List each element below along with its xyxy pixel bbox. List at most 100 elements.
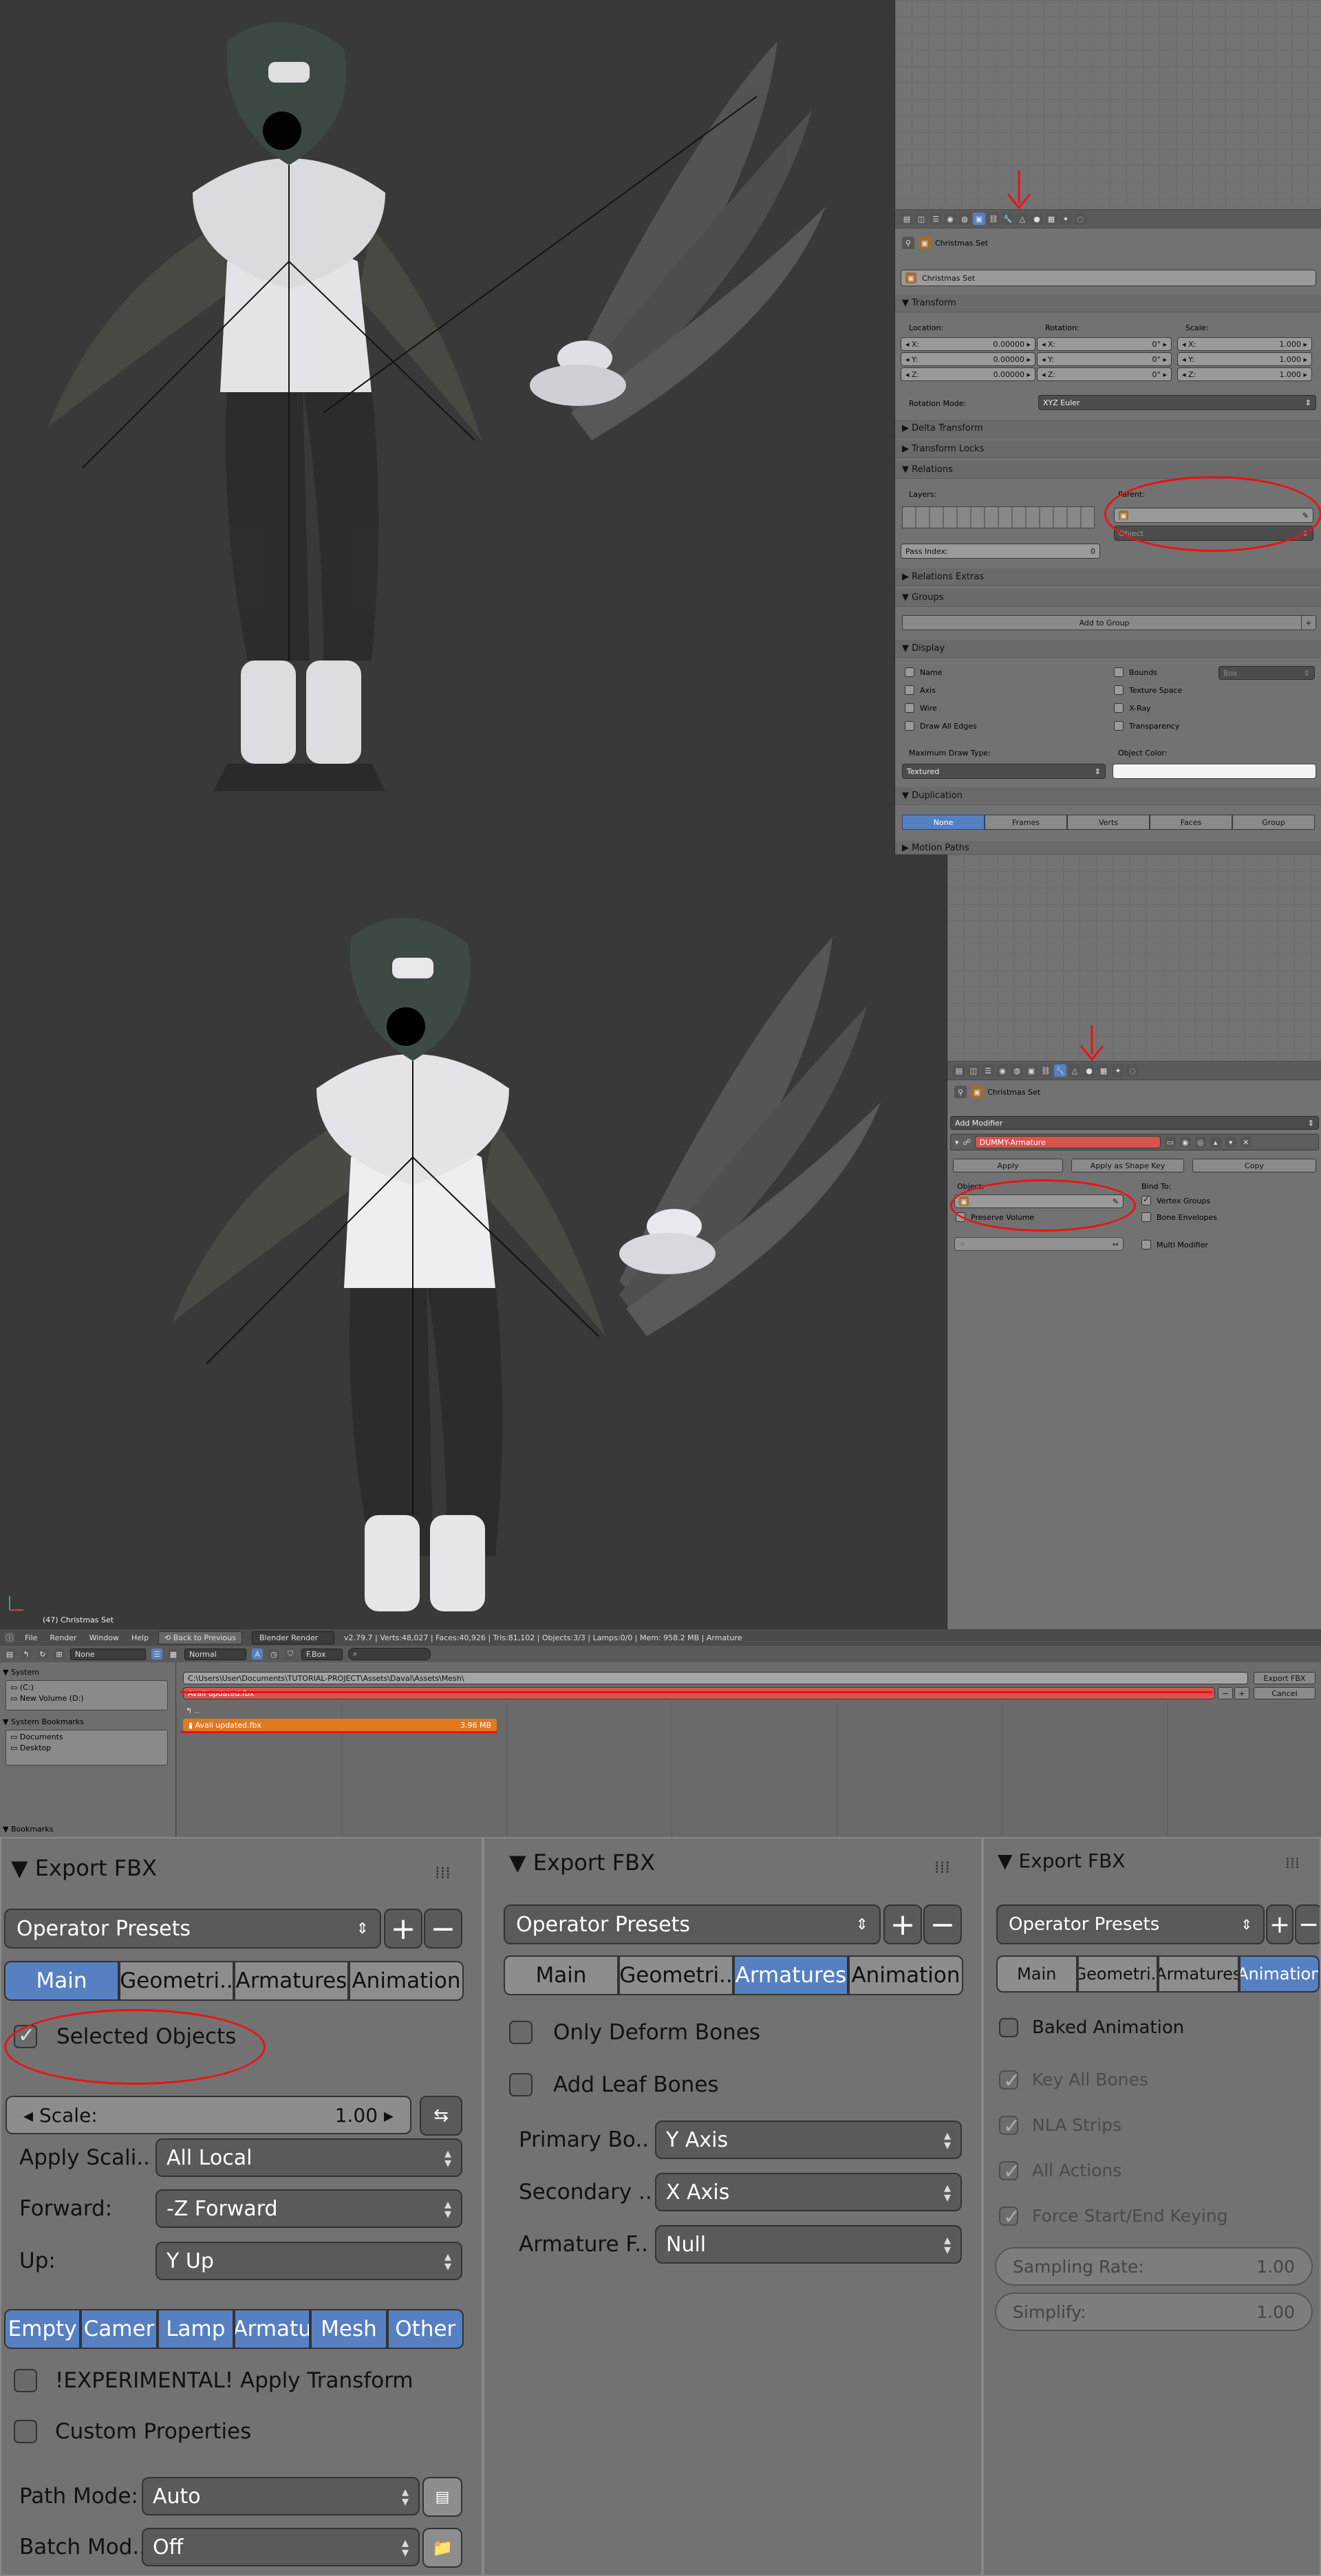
duplication-faces-button[interactable]: Faces bbox=[1150, 815, 1232, 830]
section-groups[interactable]: ▼ Groups bbox=[895, 589, 1321, 607]
multi-modifier-checkbox[interactable] bbox=[1141, 1240, 1151, 1249]
path-mode-select[interactable]: Auto ▴ ▾ bbox=[142, 2477, 420, 2515]
location-y-field[interactable]: ◂ Y: 0.00000 ▸ bbox=[901, 352, 1035, 366]
bind-vertex-groups-option[interactable]: Vertex Groups bbox=[1141, 1196, 1210, 1205]
remove-preset-button[interactable]: − bbox=[1295, 1904, 1320, 1944]
viewport-toggle-icon[interactable]: ◎ bbox=[1194, 1137, 1206, 1148]
forward-select[interactable]: -Z Forward ▴ ▾ bbox=[155, 2189, 462, 2228]
tab-main[interactable]: Main bbox=[504, 1955, 619, 1995]
panel-title[interactable]: ▼ Export FBX bbox=[998, 1849, 1126, 1872]
object-type-other[interactable]: Other bbox=[387, 2309, 464, 2349]
layers-tab-icon[interactable]: ☰ bbox=[982, 1064, 994, 1077]
baked-animation-option[interactable]: Baked Animation bbox=[999, 2017, 1184, 2038]
remove-preset-button[interactable]: − bbox=[923, 1904, 962, 1944]
duplication-verts-button[interactable]: Verts bbox=[1067, 815, 1150, 830]
new-folder-icon[interactable]: ⊞ bbox=[54, 1649, 65, 1660]
editor-type-icon[interactable]: ▤ bbox=[901, 213, 913, 225]
apply-transform-checkbox[interactable] bbox=[14, 2369, 37, 2392]
only-deform-bones-option[interactable]: Only Deform Bones bbox=[509, 2020, 760, 2045]
apply-transform-option[interactable]: !EXPERIMENTAL! Apply Transform bbox=[14, 2368, 414, 2393]
list-view-icon[interactable]: ☰ bbox=[151, 1649, 162, 1660]
collapse-icon[interactable]: ▾ bbox=[955, 1138, 959, 1147]
file-item[interactable]: ▮ Avali updated.fbx 3.96 MB bbox=[183, 1719, 497, 1731]
viewport-top[interactable] bbox=[0, 0, 894, 855]
tab-animation[interactable]: Animation bbox=[1238, 1955, 1320, 1993]
drag-handle-icon[interactable]: ⁞⁞⁞ bbox=[435, 1863, 451, 1882]
editor-type-icon[interactable]: ▤ bbox=[4, 1649, 15, 1660]
world-tab-icon[interactable]: ◍ bbox=[1011, 1064, 1023, 1077]
section-transform-locks[interactable]: ▶ Transform Locks bbox=[895, 440, 1321, 458]
drag-handle-icon[interactable]: ⁞⁞⁞ bbox=[1285, 1855, 1300, 1872]
tab-animation[interactable]: Animation bbox=[349, 1961, 464, 2001]
object-type-lamp[interactable]: Lamp bbox=[157, 2309, 234, 2349]
move-down-icon[interactable]: ▾ bbox=[1225, 1137, 1236, 1148]
only-deform-bones-checkbox[interactable] bbox=[509, 2021, 533, 2044]
checkbox[interactable] bbox=[905, 721, 914, 731]
object-tab-icon[interactable]: ▣ bbox=[973, 213, 985, 225]
material-tab-icon[interactable]: ● bbox=[1083, 1064, 1095, 1077]
bounds-type-select[interactable]: Box ⇕ bbox=[1218, 666, 1315, 680]
back-to-previous-button[interactable]: ⟲ Back to Previous bbox=[158, 1631, 242, 1644]
checkbox[interactable] bbox=[1141, 1196, 1151, 1205]
scene-tab-icon[interactable]: ◉ bbox=[944, 213, 956, 225]
pin-icon[interactable]: ⚲ bbox=[902, 237, 914, 249]
embed-textures-toggle[interactable]: ▤ bbox=[422, 2477, 462, 2517]
particles-tab-icon[interactable]: ✦ bbox=[1112, 1064, 1124, 1077]
drive-d[interactable]: ▭ New Volume (D:) bbox=[6, 1694, 167, 1703]
section-duplication[interactable]: ▼ Duplication bbox=[895, 787, 1321, 805]
physics-tab-icon[interactable]: ◌ bbox=[1074, 213, 1086, 225]
bookmark-desktop[interactable]: ▭ Desktop bbox=[6, 1743, 167, 1752]
add-group-plus-button[interactable]: + bbox=[1301, 615, 1316, 630]
display-option-name[interactable]: Name bbox=[905, 667, 942, 677]
section-relations[interactable]: ▼ Relations bbox=[895, 461, 1321, 479]
bind-bone-envelopes-option[interactable]: Bone Envelopes bbox=[1141, 1212, 1217, 1222]
up-select[interactable]: Y Up ▴ ▾ bbox=[155, 2242, 462, 2280]
texture-tab-icon[interactable]: ▦ bbox=[1097, 1064, 1110, 1077]
tab-animation[interactable]: Animation bbox=[848, 1955, 963, 1995]
render-tab-icon[interactable]: ◫ bbox=[915, 213, 927, 225]
display-option-x-ray[interactable]: X-Ray bbox=[1114, 703, 1151, 713]
refresh-icon[interactable]: ↻ bbox=[37, 1649, 48, 1660]
render-tab-icon[interactable]: ◫ bbox=[967, 1064, 980, 1077]
filter-icon[interactable]: ⛉ bbox=[285, 1649, 296, 1660]
move-up-icon[interactable]: ▴ bbox=[1210, 1137, 1221, 1148]
scale-x-field[interactable]: ◂ X: 1.000 ▸ bbox=[1177, 337, 1312, 351]
duplication-none-button[interactable]: None bbox=[902, 815, 985, 830]
object-type-armatu[interactable]: Armatu bbox=[233, 2309, 311, 2349]
sort-mode-select[interactable]: Normal bbox=[184, 1648, 246, 1660]
scale-field[interactable]: ◂ Scale: 1.00 ▸ bbox=[6, 2096, 411, 2134]
data-tab-icon[interactable]: △ bbox=[1068, 1064, 1081, 1077]
particles-tab-icon[interactable]: ✦ bbox=[1060, 213, 1072, 225]
search-field[interactable]: ⌕ bbox=[348, 1648, 431, 1660]
cancel-button[interactable]: Cancel bbox=[1254, 1687, 1315, 1699]
armature-fbx-node-select[interactable]: Null ▴ ▾ bbox=[655, 2225, 962, 2264]
checkbox[interactable] bbox=[1114, 703, 1124, 713]
increment-filename-button[interactable]: + bbox=[1234, 1687, 1249, 1699]
bookmarks-header[interactable]: ▼ Bookmarks bbox=[3, 1825, 53, 1834]
filter-glob-field[interactable]: F.Box bbox=[301, 1648, 343, 1660]
display-option-axis[interactable]: Axis bbox=[905, 685, 936, 695]
world-tab-icon[interactable]: ◍ bbox=[958, 213, 971, 225]
filename-field[interactable]: Avali updated.fbx bbox=[183, 1687, 1215, 1699]
parent-dir-item[interactable]: ↰ .. bbox=[186, 1706, 200, 1715]
section-transform[interactable]: ▼ Transform bbox=[895, 294, 1321, 312]
operator-presets-select[interactable]: Operator Presets ⇕ bbox=[4, 1909, 381, 1949]
add-to-group-button[interactable]: Add to Group bbox=[902, 615, 1307, 630]
apply-button[interactable]: Apply bbox=[953, 1159, 1063, 1172]
material-tab-icon[interactable]: ● bbox=[1031, 213, 1043, 225]
checkbox[interactable] bbox=[1114, 685, 1124, 695]
viewport-middle[interactable]: (47) Christmas Set bbox=[0, 855, 947, 1629]
secondary-bone-axis-select[interactable]: X Axis ▴ ▾ bbox=[655, 2173, 962, 2211]
render-toggle-icon[interactable]: ◉ bbox=[1179, 1137, 1191, 1148]
edit-mode-icon[interactable]: ▭ bbox=[1164, 1137, 1176, 1148]
apply-shape-key-button[interactable]: Apply as Shape Key bbox=[1071, 1159, 1184, 1172]
display-option-transparency[interactable]: Transparency bbox=[1114, 721, 1179, 731]
tab-armatures[interactable]: Armatures bbox=[234, 1961, 349, 2001]
menu-file[interactable]: File bbox=[25, 1633, 37, 1642]
section-relations-extras[interactable]: ▶ Relations Extras bbox=[895, 568, 1321, 586]
rotation-z-field[interactable]: ◂ Z: 0° ▸ bbox=[1037, 367, 1172, 381]
remove-preset-button[interactable]: − bbox=[424, 1909, 462, 1949]
modifiers-tab-icon[interactable]: 🔧 bbox=[1054, 1064, 1066, 1077]
object-tab-icon[interactable]: ▣ bbox=[1025, 1064, 1038, 1077]
custom-properties-checkbox[interactable] bbox=[14, 2420, 37, 2443]
